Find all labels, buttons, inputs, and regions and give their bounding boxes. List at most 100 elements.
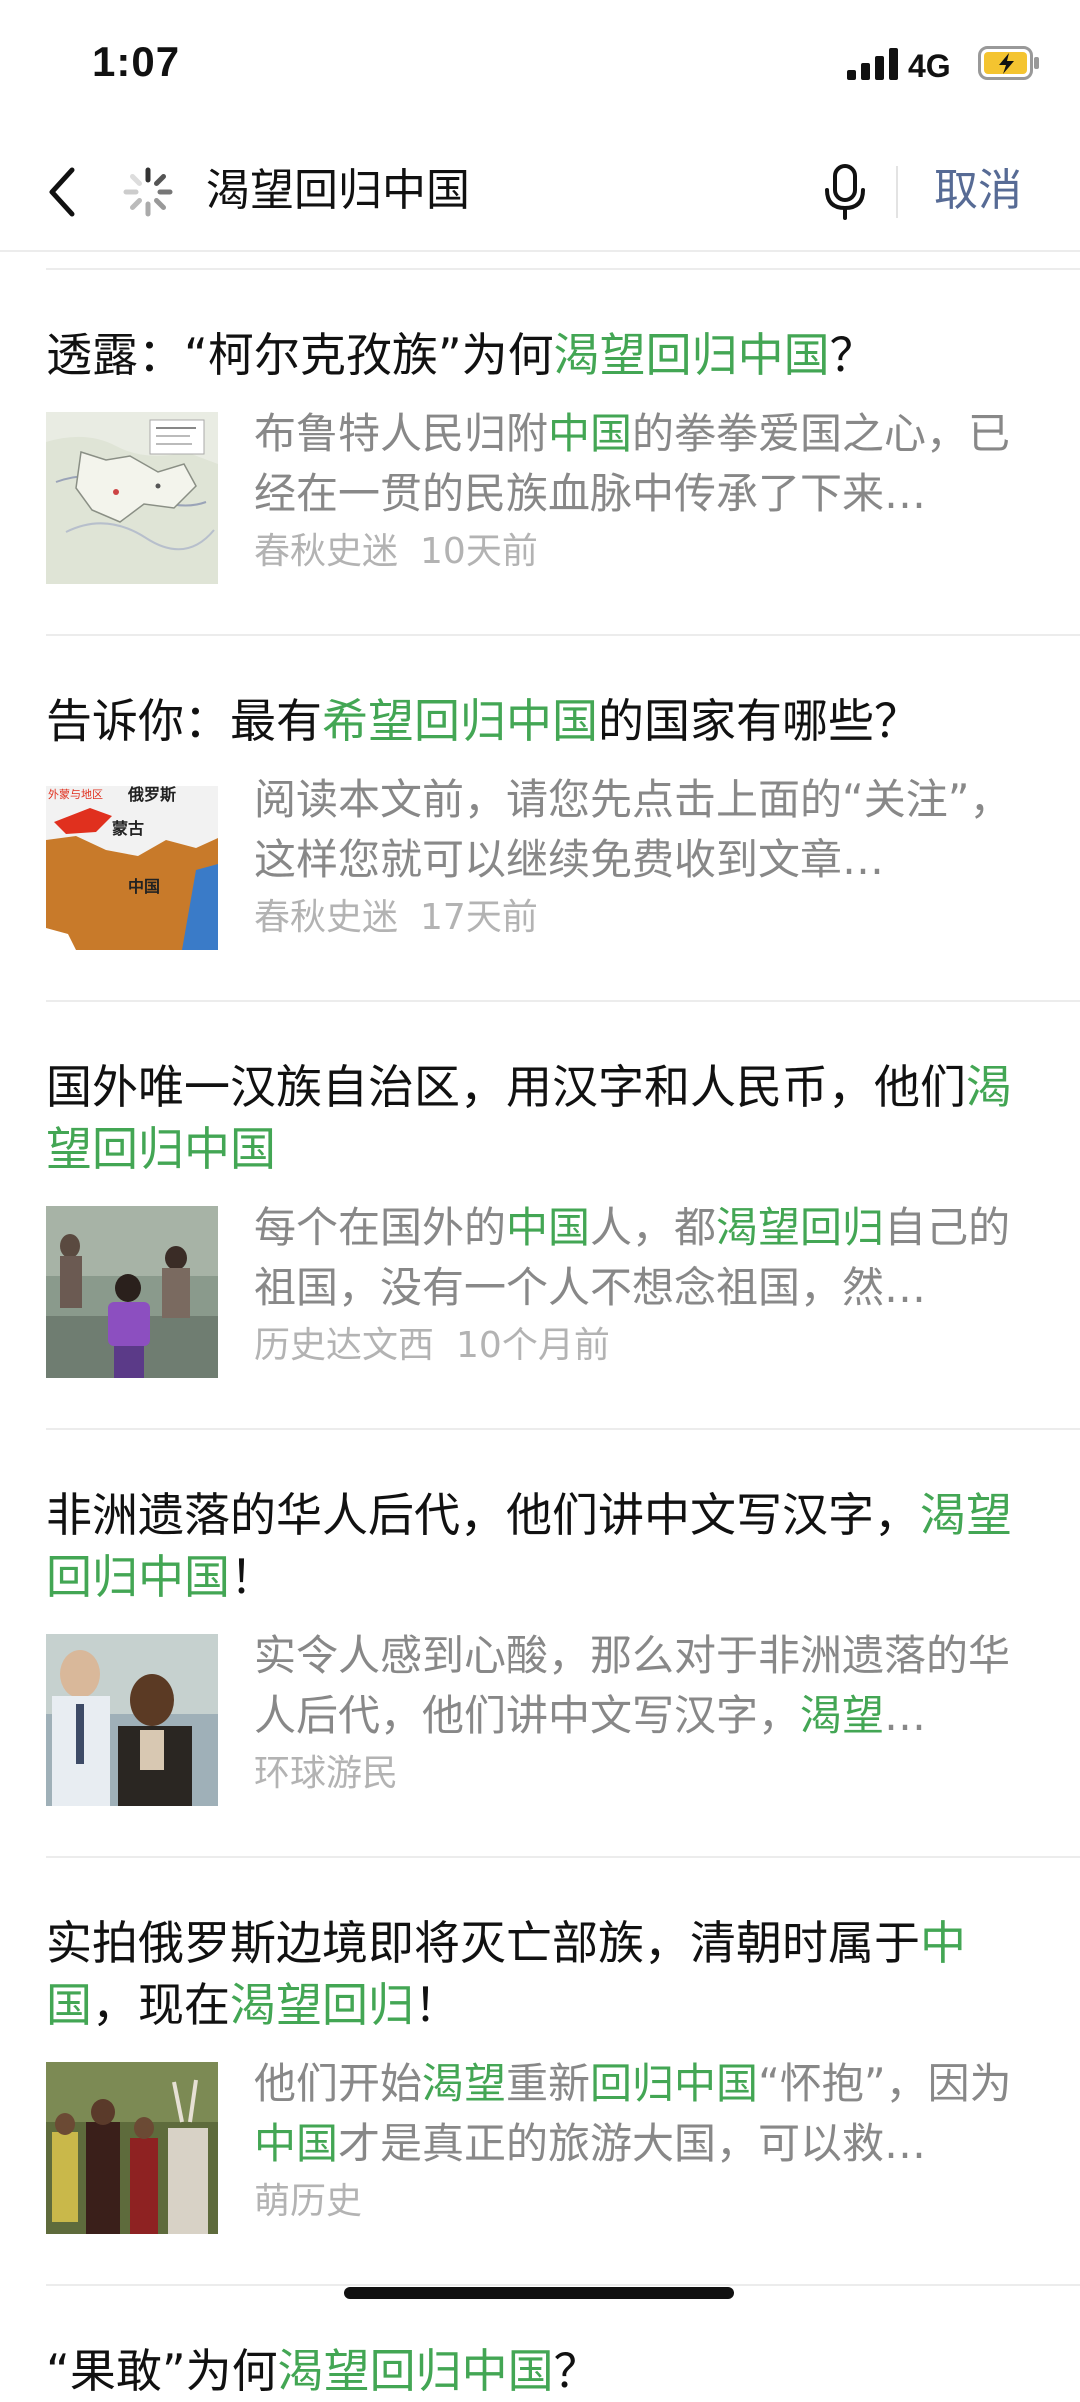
result-time: 10天前 xyxy=(420,531,538,572)
snippet-text: 每个在国外的 xyxy=(254,1203,507,1252)
map-thumbnail: 外蒙与地区 俄罗斯 蒙古 中国 xyxy=(46,778,218,950)
search-result-item[interactable]: 告诉你：最有希望回归中国的国家有哪些？ 外蒙与地区 俄罗斯 蒙古 中国 阅读本文… xyxy=(0,636,1080,1000)
result-text-column: 布鲁特人民归附中国的拳拳爱国之心，已经在一贯的民族血脉中传承了下来… 春秋史迷 1… xyxy=(254,409,1034,584)
result-snippet: 实令人感到心酸，那么对于非洲遗落的华人后代，他们讲中文写汉字，渴望… xyxy=(254,1626,1034,1746)
title-text: ？ xyxy=(829,328,876,382)
snippet-text: “怀抱”，因为 xyxy=(758,2059,1012,2108)
search-bar: 渴望回归中国 取消 xyxy=(0,130,1080,252)
result-title: 国外唯一汉族自治区，用汉字和人民币，他们渴望回归中国 xyxy=(46,1002,1034,1180)
title-text: ？ xyxy=(553,2344,600,2398)
home-indicator xyxy=(344,2287,734,2299)
photo-thumbnail xyxy=(46,2062,218,2234)
map-label: 俄罗斯 xyxy=(127,785,176,804)
result-body: 布鲁特人民归附中国的拳拳爱国之心，已经在一贯的民族血脉中传承了下来… 春秋史迷 1… xyxy=(46,409,1034,634)
title-highlight: 渴望回归中国 xyxy=(553,328,830,382)
search-result-item[interactable]: 实拍俄罗斯边境即将灭亡部族，清朝时属于中国，现在渴望回归！ 他们开始渴望重新回归… xyxy=(0,1858,1080,2284)
snippet-text: 重新 xyxy=(506,2059,591,2108)
result-text-column: 他们开始渴望重新回归中国“怀抱”，因为中国才是真正的旅游大国，可以救… 萌历史 xyxy=(254,2059,1034,2234)
result-meta: 环球游民 xyxy=(254,1748,1034,1800)
result-time: 10个月前 xyxy=(456,1325,610,1366)
snippet-text: 才是真正的旅游大国，可以救… xyxy=(338,2119,927,2168)
result-source: 春秋史迷 xyxy=(254,897,399,938)
result-source: 环球游民 xyxy=(254,1753,399,1794)
result-body: 实令人感到心酸，那么对于非洲遗落的华人后代，他们讲中文写汉字，渴望… 环球游民 xyxy=(46,1631,1034,1856)
result-source: 历史达文西 xyxy=(254,1325,435,1366)
result-title: 非洲遗落的华人后代，他们讲中文写汉字，渴望回归中国！ xyxy=(46,1430,1034,1608)
map-label: 中国 xyxy=(128,877,160,896)
result-meta: 历史达文西 10个月前 xyxy=(254,1320,1034,1372)
search-result-item[interactable]: “果敢”为何渴望回归中国？ xyxy=(0,2286,1080,2402)
search-result-item[interactable]: 国外唯一汉族自治区，用汉字和人民币，他们渴望回归中国 每个在国外的中国人，都渴望… xyxy=(0,1002,1080,1428)
result-text-column: 阅读本文前，请您先点击上面的“关注”，这样您就可以继续免费收到文章… 春秋史迷 1… xyxy=(254,775,1034,950)
title-text: 实拍俄罗斯边境即将灭亡部族，清朝时属于 xyxy=(46,1916,920,1970)
search-result-item[interactable]: 透露：“柯尔克孜族”为何渴望回归中国？ 布鲁特人民归附中国的拳拳爱国之心，已经在… xyxy=(0,270,1080,634)
result-source: 春秋史迷 xyxy=(254,531,399,572)
snippet-highlight: 渴望回归 xyxy=(716,1203,885,1252)
result-meta: 春秋史迷 10天前 xyxy=(254,526,1034,578)
microphone-icon[interactable] xyxy=(820,162,870,222)
snippet-highlight: 中国 xyxy=(506,1203,591,1252)
photo-thumbnail xyxy=(46,1206,218,1378)
snippet-highlight: 中国 xyxy=(548,409,633,458)
title-text: ！ xyxy=(230,1550,276,1604)
snippet-text: 他们开始 xyxy=(254,2059,423,2108)
result-snippet: 每个在国外的中国人，都渴望回归自己的祖国，没有一个人不想念祖国，然… xyxy=(254,1198,1034,1318)
result-snippet: 布鲁特人民归附中国的拳拳爱国之心，已经在一贯的民族血脉中传承了下来… xyxy=(254,404,1034,524)
result-thumbnail xyxy=(46,2062,218,2234)
result-meta: 萌历史 xyxy=(254,2176,1034,2228)
title-highlight: 希望回归中国 xyxy=(322,694,598,748)
back-button[interactable] xyxy=(38,160,88,224)
result-time: 17天前 xyxy=(420,897,538,938)
title-highlight: 渴望回归中国 xyxy=(277,2344,554,2398)
result-snippet: 阅读本文前，请您先点击上面的“关注”，这样您就可以继续免费收到文章… xyxy=(254,770,1034,890)
snippet-text: 人，都 xyxy=(590,1203,717,1252)
search-result-item[interactable]: 非洲遗落的华人后代，他们讲中文写汉字，渴望回归中国！ 实令人感到心酸，那么对于非… xyxy=(0,1430,1080,1856)
title-text: 的国家有哪些？ xyxy=(598,694,920,748)
title-text: 透露：“柯尔克孜族”为何 xyxy=(46,328,554,382)
status-bar: 1:07 4G xyxy=(0,0,1080,130)
result-title: 告诉你：最有希望回归中国的国家有哪些？ xyxy=(46,636,1034,752)
snippet-highlight: 中国 xyxy=(254,2119,339,2168)
photo-thumbnail xyxy=(46,1634,218,1806)
search-separator xyxy=(896,166,898,218)
snippet-text: 阅读本文前，请您先点击上面的“关注”，这样您就可以继续免费收到文章… xyxy=(254,775,1012,884)
map-label: 外蒙与地区 xyxy=(48,788,103,801)
title-text: 告诉你：最有 xyxy=(46,694,322,748)
map-thumbnail xyxy=(46,412,218,584)
result-title: 实拍俄罗斯边境即将灭亡部族，清朝时属于中国，现在渴望回归！ xyxy=(46,1858,1034,2036)
status-time: 1:07 xyxy=(92,38,181,85)
result-body: 外蒙与地区 俄罗斯 蒙古 中国 阅读本文前，请您先点击上面的“关注”，这样您就可… xyxy=(46,775,1034,1000)
result-text-column: 每个在国外的中国人，都渴望回归自己的祖国，没有一个人不想念祖国，然… 历史达文西… xyxy=(254,1203,1034,1378)
result-body: 每个在国外的中国人，都渴望回归自己的祖国，没有一个人不想念祖国，然… 历史达文西… xyxy=(46,1203,1034,1428)
snippet-highlight: 渴望 xyxy=(800,1691,885,1740)
snippet-text: 布鲁特人民归附 xyxy=(254,409,549,458)
result-source: 萌历史 xyxy=(254,2181,363,2222)
result-thumbnail xyxy=(46,1206,218,1378)
title-highlight: 渴望回归 xyxy=(230,1978,414,2032)
result-thumbnail: 外蒙与地区 俄罗斯 蒙古 中国 xyxy=(46,778,218,950)
spinner-icon xyxy=(123,167,173,217)
cellular-signal-icon xyxy=(847,48,898,80)
cancel-button[interactable]: 取消 xyxy=(934,156,1022,226)
search-input[interactable]: 渴望回归中国 xyxy=(206,156,786,226)
result-title: “果敢”为何渴望回归中国？ xyxy=(46,2286,1034,2402)
battery-charging-icon xyxy=(978,46,1039,80)
title-text: ，现在 xyxy=(92,1978,230,2032)
result-text-column: 实令人感到心酸，那么对于非洲遗落的华人后代，他们讲中文写汉字，渴望… 环球游民 xyxy=(254,1631,1034,1806)
result-thumbnail xyxy=(46,412,218,584)
snippet-highlight: 回归中国 xyxy=(590,2059,759,2108)
result-thumbnail xyxy=(46,1634,218,1806)
map-label: 蒙古 xyxy=(112,819,144,838)
title-text: 非洲遗落的华人后代，他们讲中文写汉字， xyxy=(46,1488,920,1542)
result-meta: 春秋史迷 17天前 xyxy=(254,892,1034,944)
result-snippet: 他们开始渴望重新回归中国“怀抱”，因为中国才是真正的旅游大国，可以救… xyxy=(254,2054,1034,2174)
title-text: ！ xyxy=(414,1978,460,2032)
result-body: 他们开始渴望重新回归中国“怀抱”，因为中国才是真正的旅游大国，可以救… 萌历史 xyxy=(46,2059,1034,2284)
title-text: “果敢”为何 xyxy=(46,2344,278,2398)
snippet-highlight: 渴望 xyxy=(422,2059,507,2108)
snippet-text: … xyxy=(884,1691,927,1740)
search-results-list: 透露：“柯尔克孜族”为何渴望回归中国？ 布鲁特人民归附中国的拳拳爱国之心，已经在… xyxy=(0,252,1080,2402)
result-title: 透露：“柯尔克孜族”为何渴望回归中国？ xyxy=(46,270,1034,386)
title-text: 国外唯一汉族自治区，用汉字和人民币，他们 xyxy=(46,1060,966,1114)
network-label: 4G xyxy=(908,48,951,84)
